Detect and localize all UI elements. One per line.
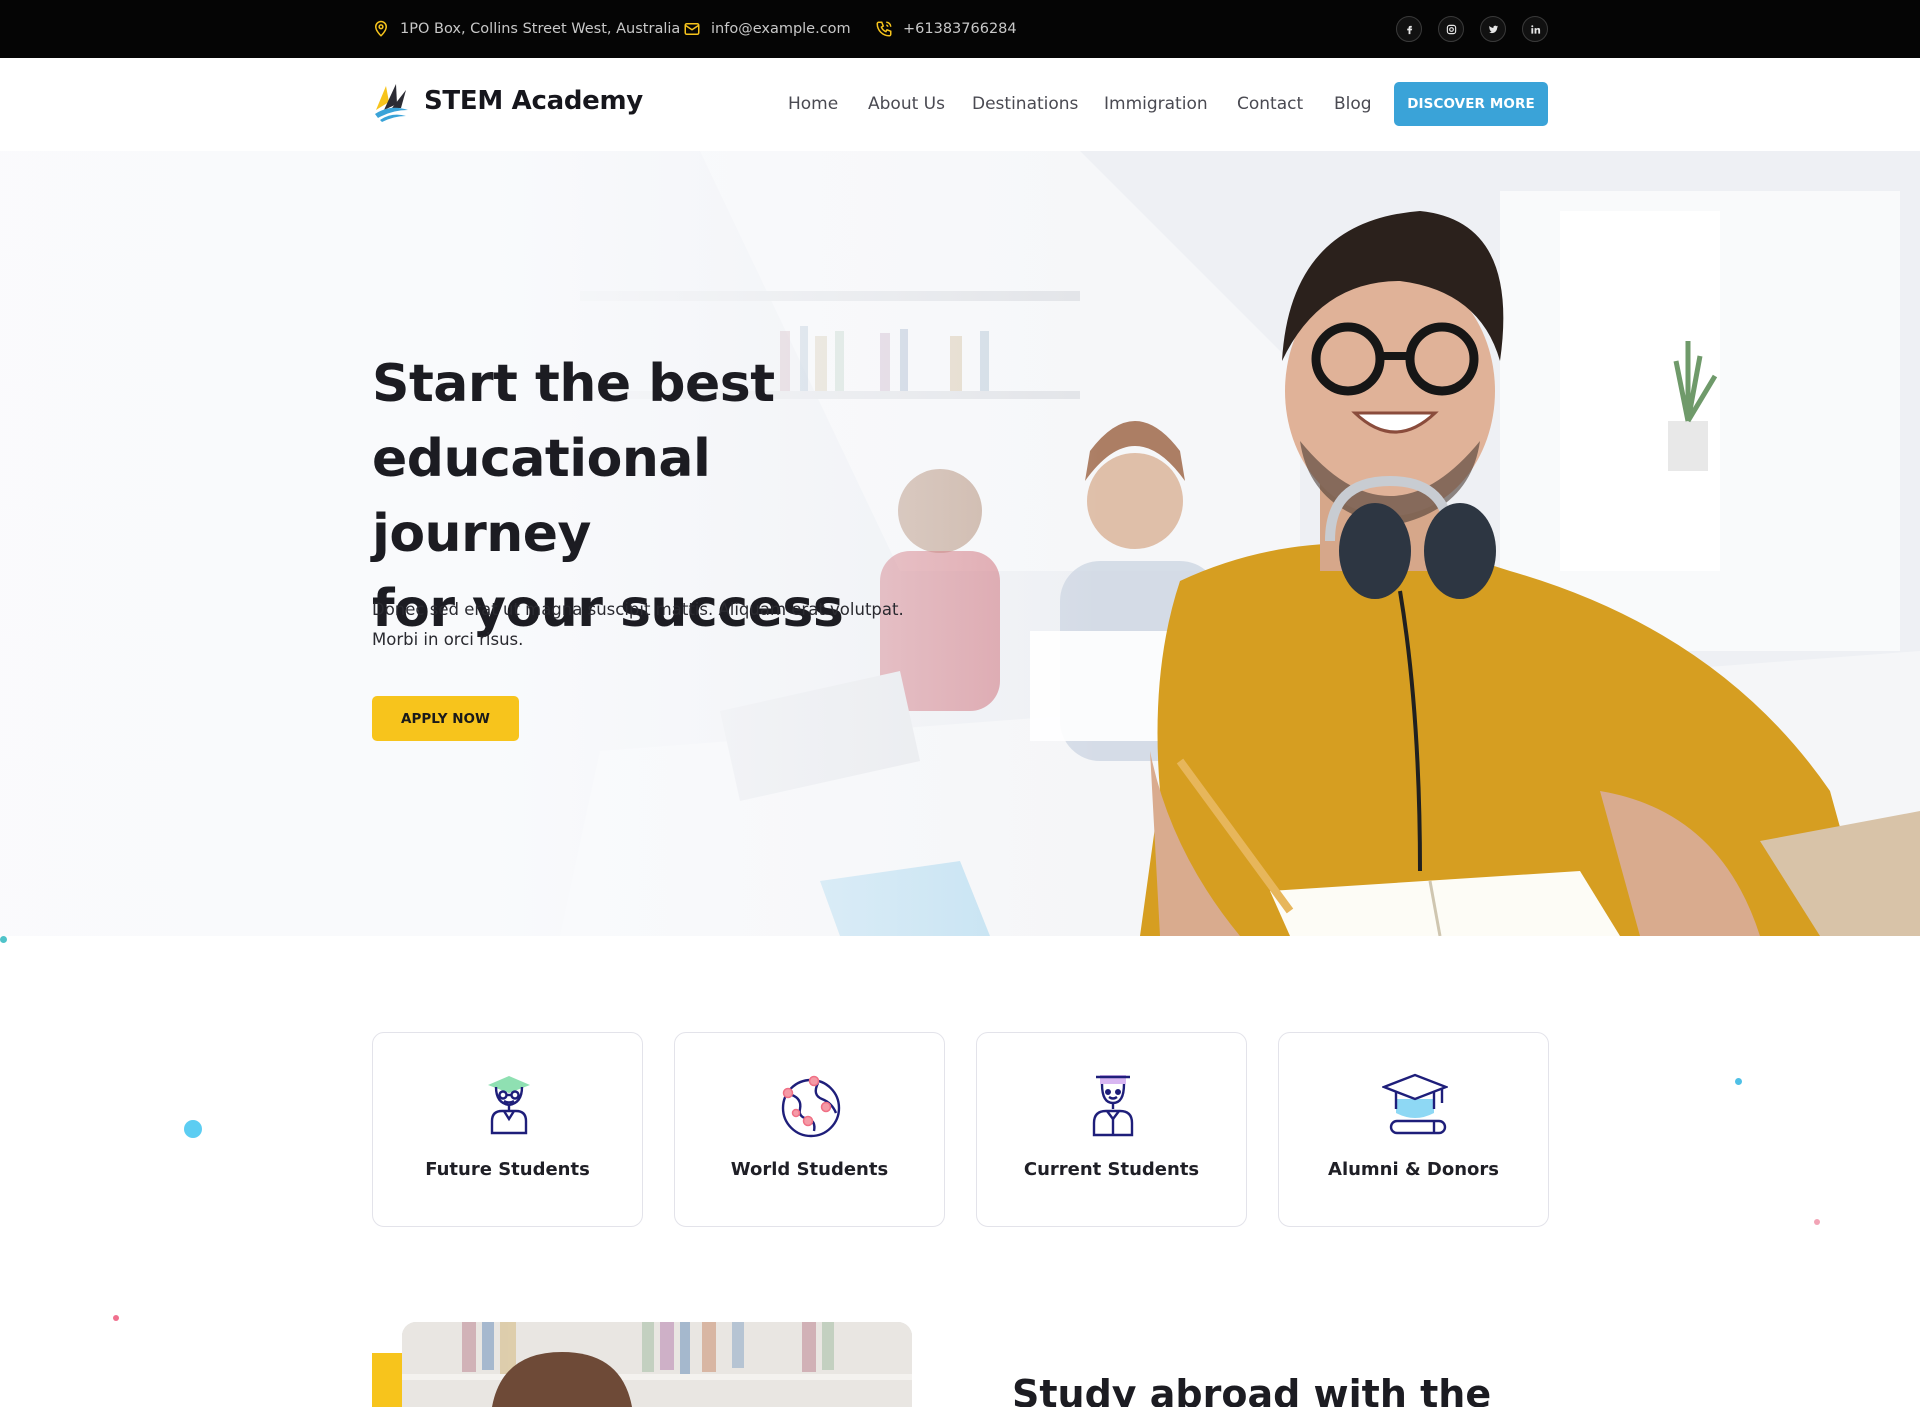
hero-text-line: Morbi in orci risus. [372,630,524,649]
facebook-icon[interactable] [1396,16,1422,42]
nav-home[interactable]: Home [788,94,838,114]
main-header: STEM Academy Home About Us Destinations … [0,58,1920,151]
about-image [402,1322,912,1407]
academy-logo-icon [375,84,408,122]
apply-now-button[interactable]: APPLY NOW [372,696,519,741]
address-item: 1PO Box, Collins Street West, Australia [372,0,680,58]
globe-pins-icon [781,1075,841,1138]
phone-item[interactable]: +61383766284 [875,0,1017,58]
instagram-icon[interactable] [1438,16,1464,42]
decor-dot [113,1315,119,1321]
about-title: Study abroad with the [1012,1372,1492,1407]
graduate-student-icon [488,1076,530,1135]
decor-dot [184,1120,202,1138]
nav-about-us[interactable]: About Us [868,94,945,114]
about-accent-bar [372,1353,404,1407]
hero-description: Donec sed erat ut magna suscipit mattis.… [372,595,912,655]
nav-contact[interactable]: Contact [1237,94,1303,114]
card-world-students[interactable]: World Students [674,1032,945,1227]
location-pin-icon [374,20,388,37]
nav-destinations[interactable]: Destinations [972,94,1078,114]
twitter-icon[interactable] [1480,16,1506,42]
nav-blog[interactable]: Blog [1334,94,1372,114]
brand-name: STEM Academy [424,86,643,116]
decor-dot [1814,1219,1820,1225]
hero-title-line: Start the best [372,354,775,414]
card-label: World Students [730,1159,889,1180]
brand-logo[interactable]: STEM Academy [372,80,643,122]
phone-icon [876,21,892,37]
email-link[interactable]: info@example.com [711,21,851,37]
top-bar: 1PO Box, Collins Street West, Australia … [0,0,1920,58]
decor-dot [0,936,7,943]
address-text: 1PO Box, Collins Street West, Australia [400,21,681,37]
graduation-cap-icon [1382,1073,1448,1135]
discover-more-button[interactable]: DISCOVER MORE [1394,82,1548,126]
card-alumni-donors[interactable]: Alumni & Donors [1278,1032,1549,1227]
hero-title-line: educational journey [372,429,711,564]
card-label: Alumni & Donors [1328,1159,1499,1180]
student-icon [1092,1075,1134,1137]
decor-dot [1735,1078,1742,1085]
nav-immigration[interactable]: Immigration [1104,94,1208,114]
card-label: Future Students [425,1159,590,1180]
hero-text-line: Donec sed erat ut magna suscipit mattis.… [372,600,904,619]
phone-link[interactable]: +61383766284 [903,21,1017,37]
card-label: Current Students [1023,1159,1200,1180]
email-item[interactable]: info@example.com [683,0,851,58]
card-future-students[interactable]: Future Students [372,1032,643,1227]
mail-icon [684,23,700,35]
card-current-students[interactable]: Current Students [976,1032,1247,1227]
linkedin-icon[interactable] [1522,16,1548,42]
hero-section: Start the best educational journey for y… [0,151,1920,936]
